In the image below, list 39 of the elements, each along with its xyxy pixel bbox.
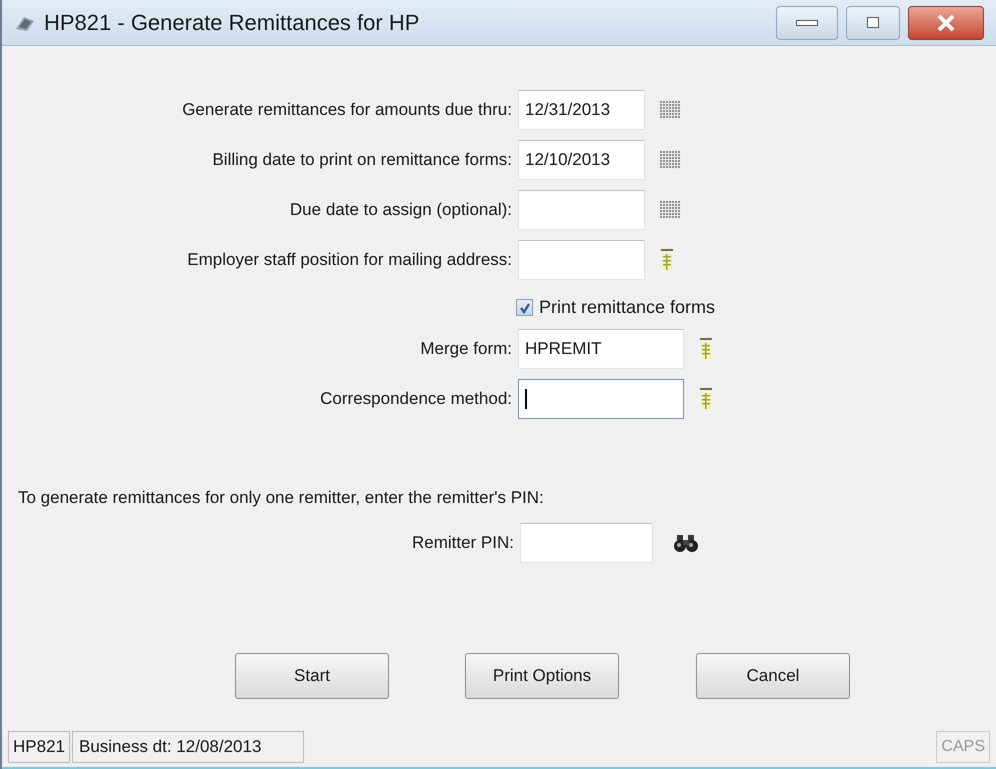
- lookup-list-icon[interactable]: [698, 337, 714, 361]
- input-field[interactable]: [520, 522, 653, 562]
- minimize-button[interactable]: [776, 6, 838, 40]
- window-title: HP821 - Generate Remittances for HP: [44, 9, 420, 37]
- field-label: Remitter PIN:: [410, 532, 514, 554]
- checkbox-label: Print remittance forms: [539, 296, 716, 319]
- date-field[interactable]: 12/31/2013: [518, 90, 645, 130]
- maximize-icon: [867, 17, 879, 28]
- status-code: HP821: [8, 731, 70, 763]
- field-label: Billing date to print on remittance forms:: [211, 149, 512, 172]
- maximize-button[interactable]: [846, 6, 900, 40]
- lookup-list-icon[interactable]: [659, 248, 675, 272]
- input-field[interactable]: [518, 240, 645, 280]
- action-button[interactable]: Print Options: [465, 652, 619, 698]
- calendar-icon[interactable]: [659, 201, 681, 219]
- instruction-text: To generate remittances for only one remitter, enter the remitter's PIN:: [17, 487, 545, 509]
- field-label: Merge form:: [419, 338, 512, 360]
- field-label: Generate remittances for amounts due thru:: [181, 99, 512, 122]
- action-button[interactable]: Start: [235, 652, 389, 698]
- field-label: Employer staff position for mailing address:: [186, 249, 512, 272]
- input-field[interactable]: HPREMIT: [518, 329, 684, 369]
- status-date: Business dt: 12/08/2013: [72, 731, 304, 763]
- input-field[interactable]: [518, 379, 684, 419]
- calendar-icon[interactable]: [659, 101, 681, 119]
- checkmark-icon: [518, 302, 530, 314]
- caps-indicator: CAPS: [936, 731, 990, 763]
- date-field[interactable]: [518, 190, 645, 230]
- field-label: Correspondence method:: [319, 388, 512, 410]
- minimize-icon: [796, 20, 818, 26]
- binoculars-icon[interactable]: [673, 532, 699, 552]
- checkbox[interactable]: [516, 299, 533, 316]
- close-icon: [935, 12, 957, 32]
- lookup-list-icon[interactable]: [698, 387, 714, 411]
- calendar-icon[interactable]: [659, 151, 681, 169]
- close-button[interactable]: [908, 6, 984, 40]
- date-field[interactable]: 12/10/2013: [518, 140, 645, 180]
- field-label: Due date to assign (optional):: [288, 199, 512, 222]
- text-caret: [525, 389, 527, 409]
- action-button[interactable]: Cancel: [696, 652, 850, 698]
